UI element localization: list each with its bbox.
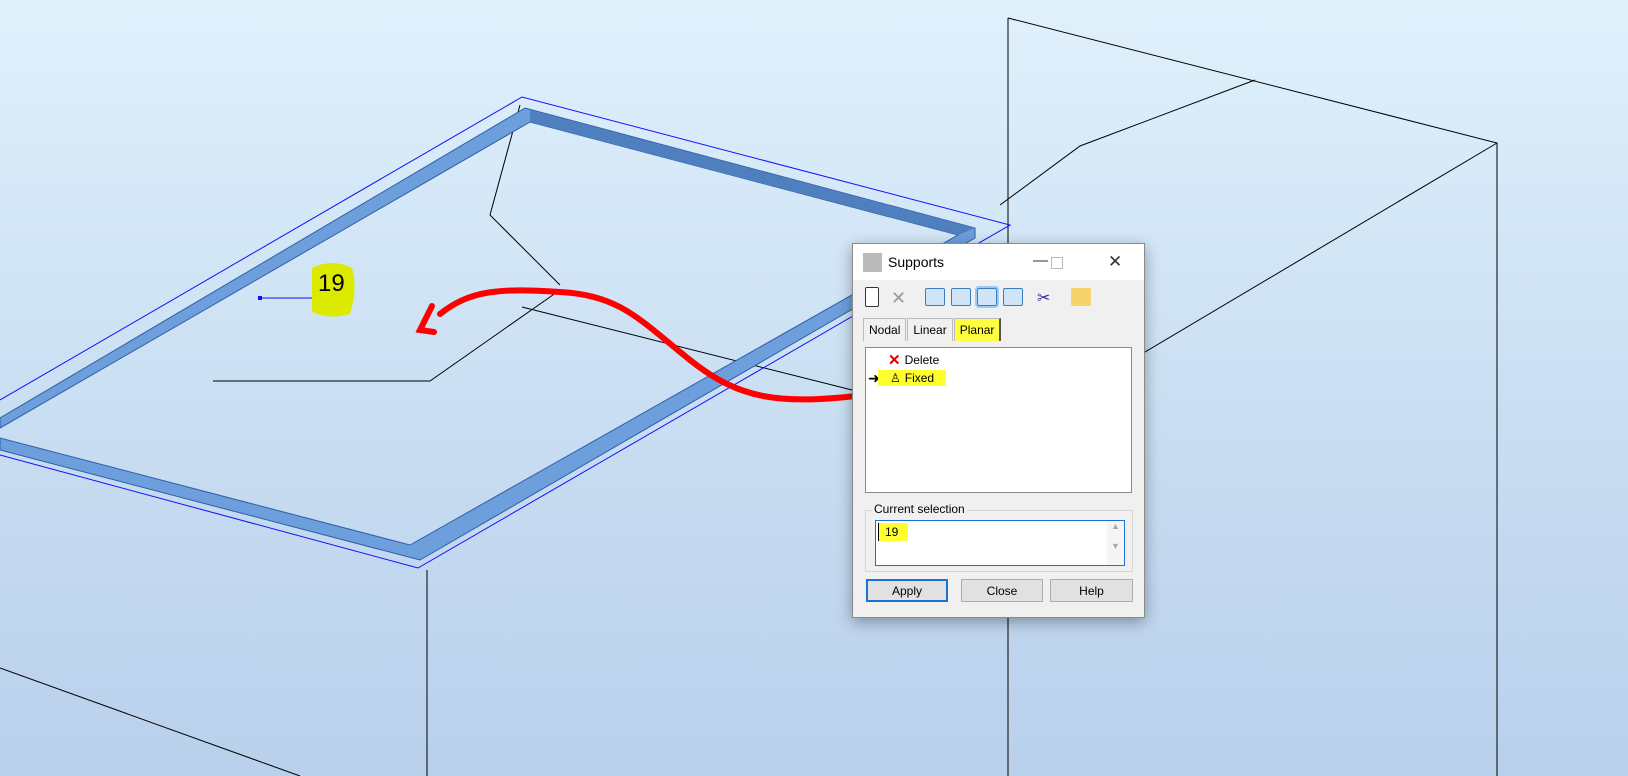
view-1-icon[interactable] <box>925 288 945 306</box>
list-item-label: Delete <box>904 353 940 367</box>
list-item-label: Fixed <box>904 371 935 385</box>
supports-dialog: Supports — ✕ ✕ ✂ Nodal Linear Planar ✕ D… <box>852 243 1145 618</box>
new-icon[interactable] <box>865 287 879 307</box>
current-selection-group: Current selection 19 ▲ ▼ <box>865 502 1133 572</box>
title-bar[interactable]: Supports — ✕ <box>853 244 1144 280</box>
tab-linear[interactable]: Linear <box>907 318 953 341</box>
current-selection-label: Current selection <box>872 502 967 516</box>
supports-app-icon <box>863 252 882 272</box>
list-item-delete[interactable]: ✕ Delete <box>888 351 939 369</box>
delete-x-icon: ✕ <box>888 352 901 369</box>
current-selection-input[interactable]: 19 ▲ ▼ <box>875 520 1125 566</box>
annotation-arrowhead <box>415 303 437 335</box>
node-label: 19 <box>318 270 345 297</box>
selection-value: 19 <box>878 523 909 541</box>
selection-scrollbar[interactable]: ▲ ▼ <box>1107 521 1124 565</box>
view-2-icon[interactable] <box>951 288 971 306</box>
dialog-title: Supports <box>888 254 945 270</box>
apply-button[interactable]: Apply <box>866 579 948 602</box>
close-button[interactable]: Close <box>961 579 1043 602</box>
delete-icon[interactable]: ✕ <box>891 288 911 308</box>
wireframe-lines <box>0 17 1498 776</box>
tab-bar: Nodal Linear Planar <box>863 318 1002 341</box>
annotation-arrow <box>437 287 868 403</box>
tab-nodal[interactable]: Nodal <box>863 318 907 341</box>
maximize-button[interactable] <box>1051 257 1063 269</box>
open-folder-icon[interactable] <box>1071 288 1091 306</box>
view-4-icon[interactable] <box>1003 288 1023 306</box>
list-item-fixed[interactable]: ♙ Fixed <box>878 370 947 386</box>
3d-viewport[interactable] <box>0 0 1628 776</box>
view-3-icon[interactable] <box>975 286 999 308</box>
support-list: ✕ Delete ➜ ♙ Fixed <box>865 347 1132 493</box>
toolbar: ✕ ✂ <box>865 286 1097 308</box>
node-marker <box>258 296 262 300</box>
help-button[interactable]: Help <box>1050 579 1133 602</box>
cut-icon[interactable]: ✂ <box>1037 288 1057 307</box>
tab-planar[interactable]: Planar <box>953 318 1002 341</box>
close-window-button[interactable]: ✕ <box>1108 252 1122 272</box>
fixed-support-icon: ♙ <box>890 371 901 385</box>
minimize-button[interactable]: — <box>1033 252 1048 269</box>
